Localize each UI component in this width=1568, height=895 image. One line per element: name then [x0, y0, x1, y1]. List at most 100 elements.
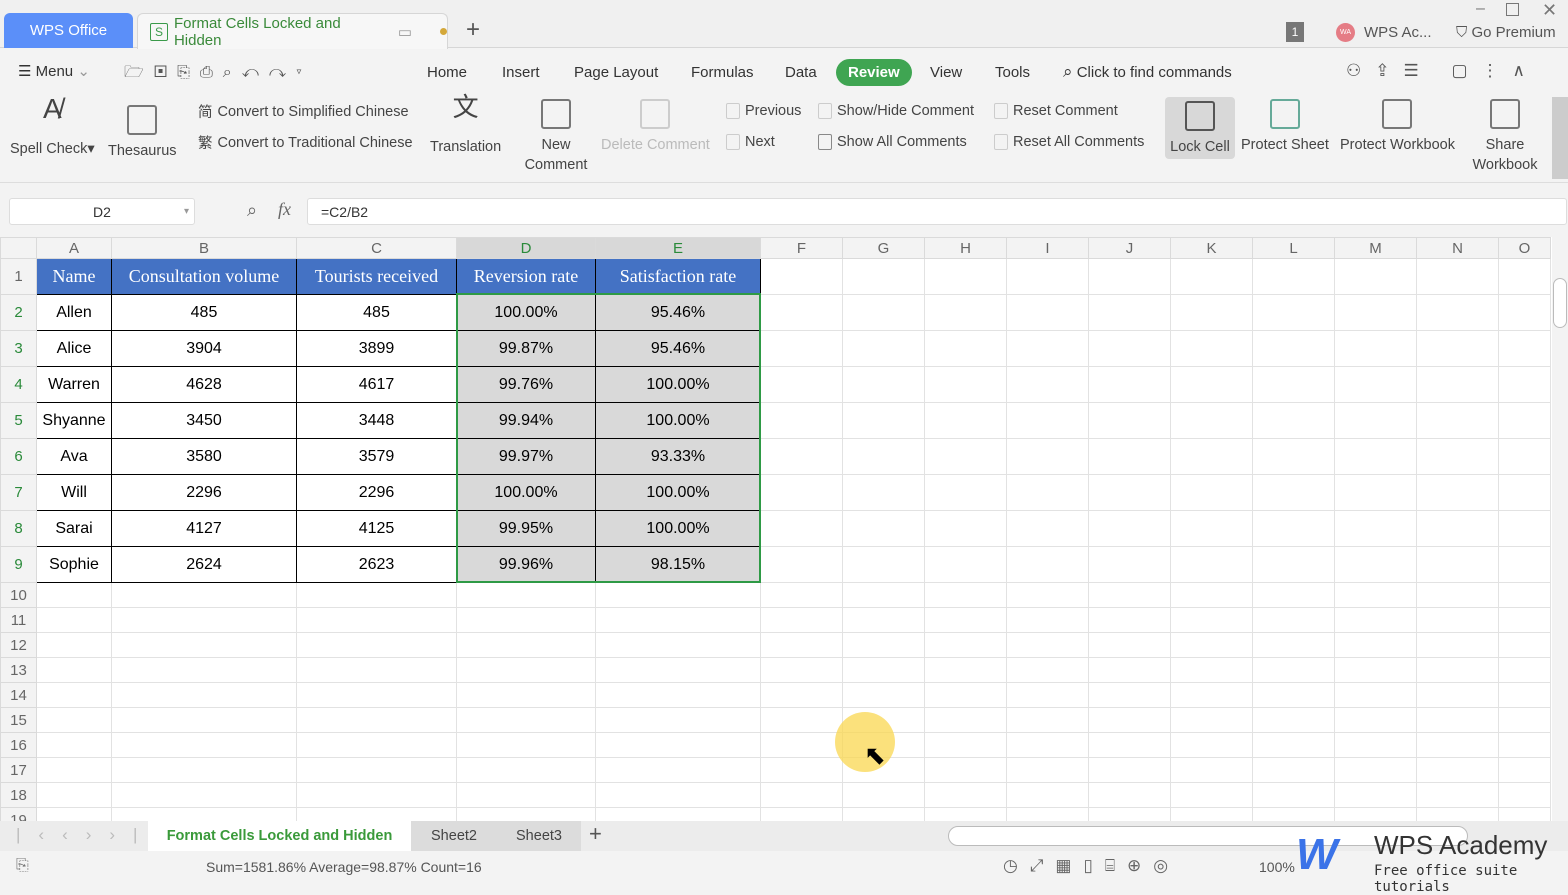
- empty-cell[interactable]: [1006, 438, 1089, 475]
- account-name[interactable]: WPS Ac...: [1364, 24, 1432, 41]
- empty-cell[interactable]: [1252, 732, 1335, 758]
- empty-cell[interactable]: [1006, 366, 1089, 403]
- empty-cell[interactable]: [1416, 732, 1499, 758]
- empty-cell[interactable]: [1170, 707, 1253, 733]
- empty-cell[interactable]: [1006, 807, 1089, 821]
- empty-cell[interactable]: [1088, 438, 1171, 475]
- empty-cell[interactable]: [760, 258, 843, 295]
- empty-cell[interactable]: [1170, 607, 1253, 633]
- empty-cell[interactable]: [456, 657, 596, 683]
- translation-button[interactable]: 文 Translation: [430, 94, 501, 157]
- empty-cell[interactable]: [111, 632, 297, 658]
- data-cell[interactable]: 485: [296, 294, 457, 331]
- empty-cell[interactable]: [924, 757, 1007, 783]
- column-header-m[interactable]: M: [1334, 237, 1417, 259]
- sheet-tab-active[interactable]: Format Cells Locked and Hidden: [148, 821, 411, 851]
- empty-cell[interactable]: [924, 258, 1007, 295]
- empty-cell[interactable]: [924, 607, 1007, 633]
- minimize-button[interactable]: –: [1476, 0, 1485, 18]
- empty-cell[interactable]: [36, 607, 112, 633]
- empty-cell[interactable]: [1170, 438, 1253, 475]
- cell-table[interactable]: A B C D E F G H I J K L M N O 1 Name Consultation volume T…: [0, 237, 1551, 821]
- empty-cell[interactable]: [1498, 707, 1551, 733]
- maximize-button[interactable]: [1506, 3, 1519, 16]
- column-header-e[interactable]: E: [595, 237, 761, 259]
- data-cell[interactable]: Allen: [36, 294, 112, 331]
- empty-cell[interactable]: [1498, 330, 1551, 367]
- sheet-nav-buttons[interactable]: |‹‹››|: [16, 825, 155, 845]
- column-header-n[interactable]: N: [1416, 237, 1499, 259]
- empty-cell[interactable]: [1416, 632, 1499, 658]
- empty-cell[interactable]: [111, 582, 297, 608]
- data-cell[interactable]: 3450: [111, 402, 297, 439]
- empty-cell[interactable]: [1416, 438, 1499, 475]
- row-header[interactable]: 13: [0, 657, 37, 683]
- empty-cell[interactable]: [1498, 657, 1551, 683]
- name-box[interactable]: D2 ▾: [9, 198, 195, 225]
- column-header-o[interactable]: O: [1498, 237, 1551, 259]
- row-header[interactable]: 7: [0, 474, 37, 511]
- protect-sheet-button[interactable]: Protect Sheet: [1241, 99, 1329, 155]
- tab-view[interactable]: View: [930, 64, 962, 81]
- empty-cell[interactable]: [1088, 258, 1171, 295]
- empty-cell[interactable]: [842, 657, 925, 683]
- empty-cell[interactable]: [111, 682, 297, 708]
- empty-cell[interactable]: [1416, 546, 1499, 583]
- empty-cell[interactable]: [1170, 546, 1253, 583]
- column-header-l[interactable]: L: [1252, 237, 1335, 259]
- empty-cell[interactable]: [924, 632, 1007, 658]
- row-header[interactable]: 5: [0, 402, 37, 439]
- data-cell[interactable]: 93.33%: [595, 438, 761, 475]
- tab-data[interactable]: Data: [785, 64, 817, 81]
- empty-cell[interactable]: [36, 707, 112, 733]
- empty-cell[interactable]: [296, 782, 457, 808]
- command-search[interactable]: ⌕ Click to find commands: [1063, 62, 1232, 82]
- data-cell[interactable]: 100.00%: [595, 366, 761, 403]
- share-workbook-button[interactable]: Share Workbook: [1468, 99, 1542, 175]
- empty-cell[interactable]: [1006, 294, 1089, 331]
- empty-cell[interactable]: [842, 474, 925, 511]
- empty-cell[interactable]: [1498, 258, 1551, 295]
- header-cell[interactable]: Name: [36, 258, 112, 295]
- empty-cell[interactable]: [1170, 366, 1253, 403]
- empty-cell[interactable]: [760, 657, 843, 683]
- empty-cell[interactable]: [842, 782, 925, 808]
- empty-cell[interactable]: [1088, 294, 1171, 331]
- empty-cell[interactable]: [36, 757, 112, 783]
- sheet-tab[interactable]: Sheet2: [411, 821, 497, 851]
- empty-cell[interactable]: [760, 782, 843, 808]
- empty-cell[interactable]: [296, 682, 457, 708]
- empty-cell[interactable]: [1498, 607, 1551, 633]
- empty-cell[interactable]: [1498, 782, 1551, 808]
- empty-cell[interactable]: [760, 330, 843, 367]
- empty-cell[interactable]: [842, 258, 925, 295]
- row-header[interactable]: 12: [0, 632, 37, 658]
- empty-cell[interactable]: [1498, 546, 1551, 583]
- empty-cell[interactable]: [111, 807, 297, 821]
- empty-cell[interactable]: [1006, 474, 1089, 511]
- empty-cell[interactable]: [595, 682, 761, 708]
- data-cell[interactable]: 3580: [111, 438, 297, 475]
- select-all-corner[interactable]: [0, 237, 37, 259]
- empty-cell[interactable]: [1006, 632, 1089, 658]
- empty-cell[interactable]: [1334, 582, 1417, 608]
- header-cell[interactable]: Tourists received: [296, 258, 457, 295]
- empty-cell[interactable]: [456, 632, 596, 658]
- row-header[interactable]: 18: [0, 782, 37, 808]
- document-tab[interactable]: S Format Cells Locked and Hidden ▭: [137, 13, 448, 49]
- empty-cell[interactable]: [595, 657, 761, 683]
- function-icon[interactable]: fx: [278, 199, 291, 220]
- data-cell[interactable]: 99.76%: [456, 366, 596, 403]
- empty-cell[interactable]: [842, 294, 925, 331]
- empty-cell[interactable]: [1416, 582, 1499, 608]
- empty-cell[interactable]: [456, 807, 596, 821]
- empty-cell[interactable]: [1252, 807, 1335, 821]
- data-cell[interactable]: 99.87%: [456, 330, 596, 367]
- data-cell[interactable]: 4628: [111, 366, 297, 403]
- data-cell[interactable]: 100.00%: [456, 474, 596, 511]
- reset-comment-button[interactable]: Reset Comment: [994, 103, 1118, 119]
- data-cell[interactable]: 100.00%: [595, 510, 761, 547]
- row-header[interactable]: 3: [0, 330, 37, 367]
- data-cell[interactable]: 98.15%: [595, 546, 761, 583]
- empty-cell[interactable]: [1170, 582, 1253, 608]
